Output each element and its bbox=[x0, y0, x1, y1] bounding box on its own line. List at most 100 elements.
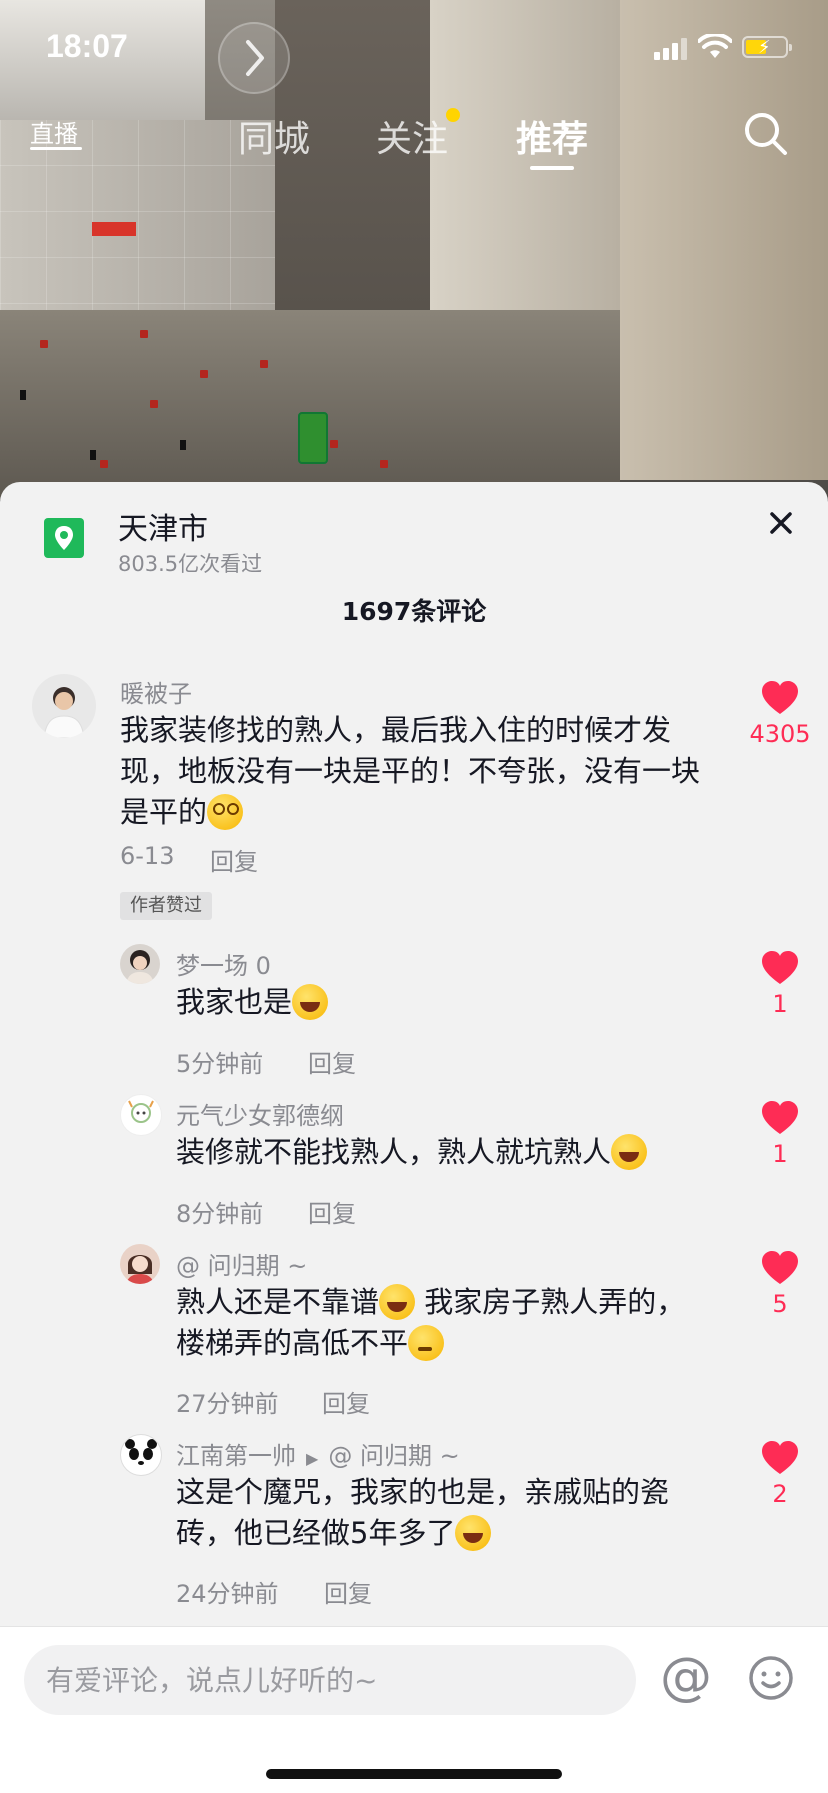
comment-author[interactable]: 暖被子 bbox=[120, 674, 192, 709]
video-laser-level bbox=[298, 412, 328, 464]
reply-button[interactable]: 回复 bbox=[308, 1194, 356, 1229]
at-icon[interactable]: @ bbox=[660, 1647, 712, 1707]
video-tile-spacer bbox=[260, 360, 268, 368]
laughing-tears-emoji-icon bbox=[611, 1134, 648, 1170]
comment-author[interactable]: 元气少女郭德纲 bbox=[176, 1096, 344, 1131]
like-count: 5 bbox=[772, 1290, 788, 1318]
comment-text: 熟人还是不靠谱 我家房子熟人弄的， 楼梯弄的高低不平 bbox=[176, 1282, 716, 1364]
comment-text-segment: 是平的 bbox=[120, 795, 208, 829]
comment-text-segment: 楼梯弄的高低不平 bbox=[176, 1326, 409, 1360]
location-pin-icon[interactable] bbox=[44, 518, 84, 558]
reply-item: 江南第一帅 ▶ @ 问归期 ~ 这是个魔咒，我家的也是，亲戚贴的瓷 砖，他已经做5年… bbox=[0, 1434, 828, 1608]
comment-text-line: 这是个魔咒，我家的也是，亲戚贴的瓷 bbox=[176, 1475, 670, 1509]
video-tile-spacer bbox=[40, 340, 48, 348]
video-tile-spacer bbox=[140, 330, 148, 338]
laughing-tears-emoji-icon bbox=[292, 984, 329, 1020]
reply-button[interactable]: 回复 bbox=[210, 842, 258, 877]
comment-time: 27分钟前 bbox=[176, 1390, 279, 1418]
comment-text-segment: 装修就不能找熟人，熟人就坑熟人 bbox=[176, 1135, 612, 1169]
heart-icon bbox=[762, 951, 798, 984]
signal-icon bbox=[654, 38, 688, 60]
comment-text-line: 现，地板没有一块是平的！不夸张，没有一块 bbox=[120, 754, 701, 788]
comment-text-segment: 我家房子熟人弄的， bbox=[415, 1285, 686, 1319]
reply-item: 梦一场 0 我家也是 5分钟前 回复 1 bbox=[0, 944, 828, 1078]
comment-time: 5分钟前 bbox=[176, 1050, 264, 1078]
emoji-icon[interactable] bbox=[748, 1655, 794, 1701]
heart-icon bbox=[762, 1251, 798, 1284]
comment-author-name: 江南第一帅 bbox=[176, 1442, 296, 1470]
video-tile-spacer bbox=[150, 400, 158, 408]
status-time: 18:07 bbox=[46, 28, 128, 64]
like-button[interactable]: 1 bbox=[745, 1100, 815, 1168]
tab-same-city[interactable]: 同城 bbox=[238, 110, 310, 162]
like-count: 4305 bbox=[749, 720, 811, 748]
comment-text-line: 楼梯弄的高低不平 bbox=[176, 1323, 716, 1364]
like-button[interactable]: 1 bbox=[745, 950, 815, 1018]
video-tile-spacer bbox=[90, 450, 96, 460]
play-arrow-icon[interactable] bbox=[218, 22, 290, 94]
reply-arrow-icon: ▶ bbox=[306, 1449, 319, 1468]
following-notification-dot bbox=[446, 108, 460, 122]
comments-count: 1697条评论 bbox=[341, 597, 487, 626]
search-icon[interactable] bbox=[742, 110, 790, 158]
comment-text: 这是个魔咒，我家的也是，亲戚贴的瓷 砖，他已经做5年多了 bbox=[176, 1472, 716, 1554]
like-count: 1 bbox=[772, 990, 788, 1018]
comment-text-line: 是平的 bbox=[120, 792, 740, 833]
comment-time: 24分钟前 bbox=[176, 1580, 279, 1608]
live-tab-underline bbox=[30, 147, 82, 150]
avatar[interactable] bbox=[120, 1094, 162, 1136]
comment-author[interactable]: 梦一场 0 bbox=[176, 946, 271, 981]
home-indicator[interactable] bbox=[266, 1769, 562, 1779]
reply-button[interactable]: 回复 bbox=[308, 1044, 356, 1079]
video-tile-spacer bbox=[100, 460, 108, 468]
wifi-icon bbox=[697, 32, 733, 64]
comment-text: 我家装修找的熟人，最后我入住的时候才发 现，地板没有一块是平的！不夸张，没有一块… bbox=[120, 710, 740, 833]
like-button[interactable]: 2 bbox=[745, 1440, 815, 1508]
blushing-emoji-icon bbox=[207, 794, 244, 830]
avatar[interactable] bbox=[120, 944, 160, 984]
comment-text: 我家也是 bbox=[176, 982, 329, 1023]
video-floor bbox=[0, 310, 620, 500]
comment-input[interactable] bbox=[24, 1645, 636, 1715]
laughing-tears-emoji-icon bbox=[455, 1515, 492, 1551]
reply-to-name: @ 问归期 ~ bbox=[328, 1442, 460, 1470]
location-views: 803.5亿次看过 bbox=[118, 552, 263, 576]
comment-text-line: 我家装修找的熟人，最后我入住的时候才发 bbox=[120, 713, 672, 747]
video-red-sign bbox=[92, 222, 136, 236]
like-button[interactable]: 5 bbox=[745, 1250, 815, 1318]
comment-text-segment: 熟人还是不靠谱 bbox=[176, 1285, 380, 1319]
active-tab-underline bbox=[530, 166, 574, 170]
status-bar: 18:07 ⚡ bbox=[0, 0, 828, 100]
video-tile-spacer bbox=[330, 440, 338, 448]
video-tile-spacer bbox=[180, 440, 186, 450]
reply-button[interactable]: 回复 bbox=[322, 1384, 370, 1419]
battery-icon: ⚡ bbox=[742, 36, 792, 58]
comment-author[interactable]: 江南第一帅 ▶ @ 问归期 ~ bbox=[176, 1436, 460, 1471]
comment-text-segment: 砖，他已经做5年多了 bbox=[176, 1516, 456, 1550]
reply-item: 元气少女郭德纲 装修就不能找熟人，熟人就坑熟人 8分钟前 回复 1 bbox=[0, 1094, 828, 1228]
awkward-emoji-icon bbox=[408, 1325, 445, 1361]
video-tile-spacer bbox=[380, 460, 388, 468]
tab-recommended[interactable]: 推荐 bbox=[516, 110, 588, 162]
heart-icon bbox=[762, 1441, 798, 1474]
comment-author[interactable]: @ 问归期 ~ bbox=[176, 1246, 307, 1281]
author-liked-badge: 作者赞过 bbox=[120, 892, 212, 920]
comment-time: 8分钟前 bbox=[176, 1200, 264, 1228]
live-tab[interactable]: 直播 bbox=[30, 114, 78, 149]
reply-button[interactable]: 回复 bbox=[324, 1574, 372, 1609]
reply-item: @ 问归期 ~ 熟人还是不靠谱 我家房子熟人弄的， 楼梯弄的高低不平 27分钟前… bbox=[0, 1244, 828, 1418]
close-icon[interactable] bbox=[762, 504, 800, 542]
comment-text-segment: 我家也是 bbox=[176, 985, 293, 1019]
avatar[interactable] bbox=[120, 1434, 162, 1476]
comment-sheet: 天津市 803.5亿次看过 1697条评论 暖被子 我家装修找的熟人，最后我入住… bbox=[0, 482, 828, 1792]
like-count: 1 bbox=[772, 1140, 788, 1168]
avatar[interactable] bbox=[120, 1244, 160, 1284]
comment-text-line: 熟人还是不靠谱 我家房子熟人弄的， bbox=[176, 1282, 716, 1323]
comment-time: 6-13 bbox=[120, 842, 175, 870]
like-button[interactable]: 4305 bbox=[745, 680, 815, 748]
location-title[interactable]: 天津市 bbox=[118, 504, 208, 548]
tab-following[interactable]: 关注 bbox=[376, 110, 448, 162]
avatar[interactable] bbox=[32, 674, 96, 738]
video-tile-spacer bbox=[20, 390, 26, 400]
video-tile-spacer bbox=[200, 370, 208, 378]
